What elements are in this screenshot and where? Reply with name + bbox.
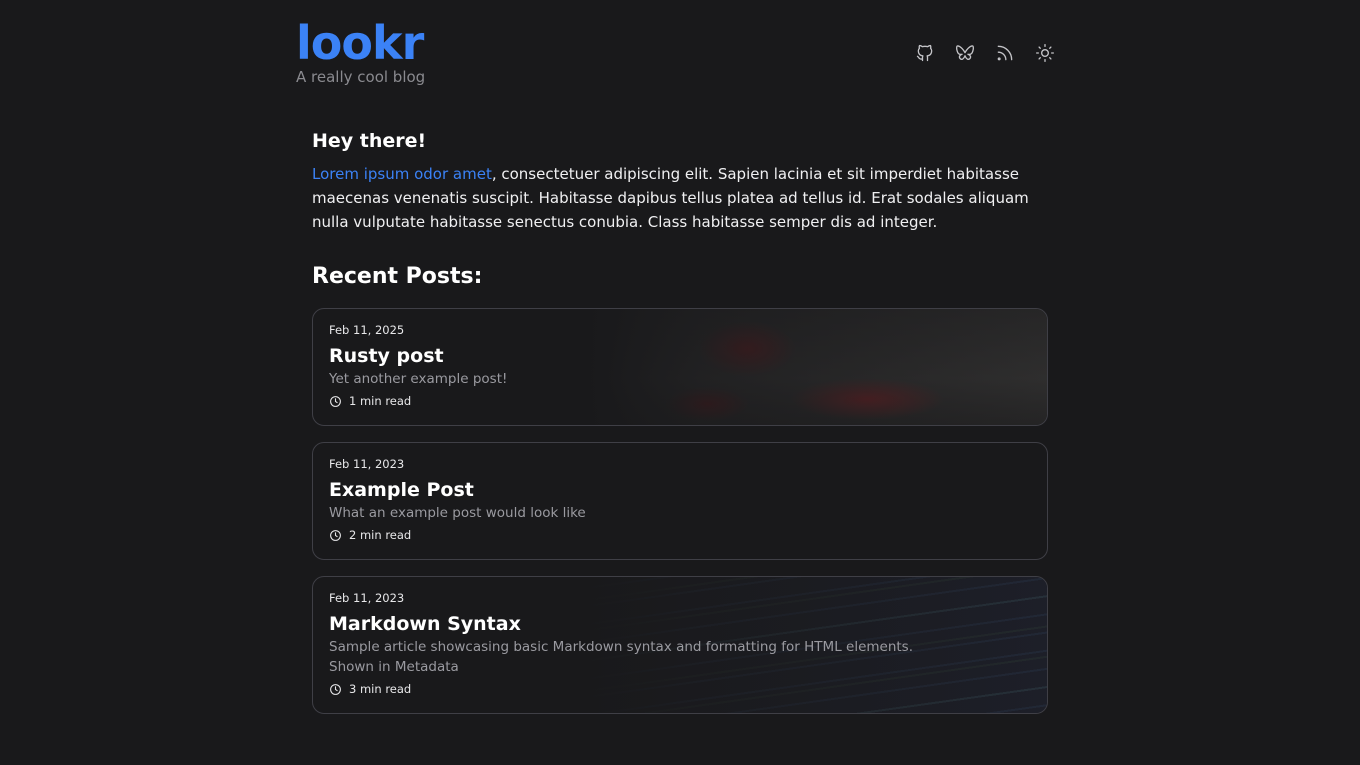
post-title[interactable]: Markdown Syntax xyxy=(329,612,1031,636)
clock-icon xyxy=(329,529,342,542)
post-read-time: 2 min read xyxy=(329,528,1031,542)
post-title[interactable]: Example Post xyxy=(329,478,1031,502)
intro-paragraph: Lorem ipsum odor amet, consectetuer adip… xyxy=(312,162,1048,234)
post-date: Feb 11, 2025 xyxy=(329,323,405,337)
post-description-line-2: Shown in Metadata xyxy=(329,659,459,675)
post-description: Sample article showcasing basic Markdown… xyxy=(329,639,914,655)
site-tagline: A really cool blog xyxy=(296,68,426,86)
sun-icon[interactable] xyxy=(1034,42,1056,64)
butterfly-icon[interactable] xyxy=(954,42,976,64)
posts-list: Feb 11, 2025 Rusty post Yet another exam… xyxy=(312,308,1048,714)
post-description: What an example post would look like xyxy=(329,505,586,521)
post-title[interactable]: Rusty post xyxy=(329,344,1031,368)
main-content: Hey there! Lorem ipsum odor amet, consec… xyxy=(312,128,1048,714)
github-icon[interactable] xyxy=(914,42,936,64)
read-time-label: 3 min read xyxy=(349,682,412,696)
post-date: Feb 11, 2023 xyxy=(329,457,405,471)
post-card[interactable]: Feb 11, 2023 Markdown Syntax Sample arti… xyxy=(312,576,1048,714)
read-time-label: 2 min read xyxy=(349,528,412,542)
intro-link[interactable]: Lorem ipsum odor amet xyxy=(312,165,492,183)
post-read-time: 3 min read xyxy=(329,682,1031,696)
intro-heading: Hey there! xyxy=(312,130,427,152)
post-read-time: 1 min read xyxy=(329,394,1031,408)
rss-icon[interactable] xyxy=(994,42,1016,64)
clock-icon xyxy=(329,683,342,696)
site-header: lookr A really cool blog xyxy=(296,16,1056,96)
recent-posts-heading: Recent Posts: xyxy=(312,264,483,289)
post-card[interactable]: Feb 11, 2025 Rusty post Yet another exam… xyxy=(312,308,1048,426)
read-time-label: 1 min read xyxy=(349,394,412,408)
post-description: Yet another example post! xyxy=(329,371,508,387)
clock-icon xyxy=(329,395,342,408)
header-nav xyxy=(914,42,1056,64)
post-card[interactable]: Feb 11, 2023 Example Post What an exampl… xyxy=(312,442,1048,560)
post-date: Feb 11, 2023 xyxy=(329,591,405,605)
